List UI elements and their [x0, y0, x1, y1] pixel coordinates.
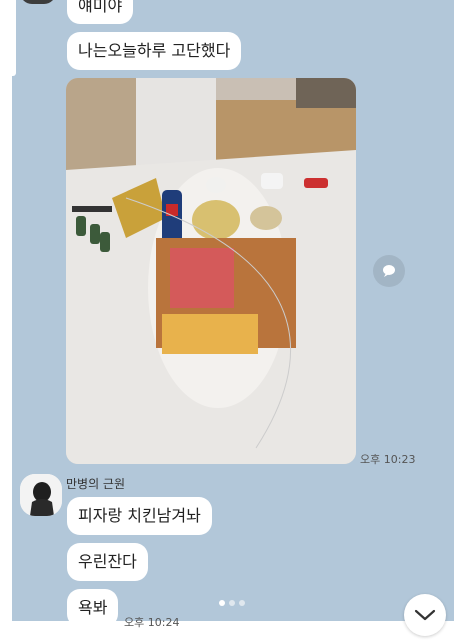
- message-text: 피자랑 치킨남겨놔: [78, 506, 201, 525]
- photo-message[interactable]: [66, 78, 356, 464]
- message-bubble[interactable]: 욕봐: [67, 589, 119, 627]
- message-bubble[interactable]: 얘미야: [67, 0, 134, 24]
- message-bubble[interactable]: 나는오늘하루 고단했다: [67, 32, 242, 70]
- message-text: 나는오늘하루 고단했다: [78, 41, 231, 60]
- message-bubble[interactable]: 피자랑 치킨남겨놔: [67, 497, 212, 535]
- share-button[interactable]: [373, 255, 405, 287]
- photo-image: [66, 78, 356, 464]
- page-dot: [229, 600, 235, 606]
- page-indicator: [219, 600, 249, 608]
- message-text: 얘미야: [78, 0, 123, 15]
- left-edge-strip: [12, 0, 16, 76]
- message-bubble[interactable]: 우린잔다: [67, 543, 148, 581]
- share-icon: [383, 265, 395, 277]
- page-dot: [239, 600, 245, 606]
- chevron-down-icon: [414, 609, 436, 621]
- message-text: 우린잔다: [78, 552, 137, 571]
- page-dot-active: [219, 600, 225, 606]
- sender-avatar[interactable]: [20, 474, 62, 516]
- avatar-image: [20, 474, 62, 516]
- sender-name: 만병의 근원: [66, 477, 126, 491]
- scroll-to-bottom-button[interactable]: [404, 594, 446, 636]
- message-timestamp: 오후 10:24: [124, 616, 180, 629]
- message-timestamp: 오후 10:23: [360, 453, 416, 466]
- message-text: 욕봐: [78, 598, 108, 617]
